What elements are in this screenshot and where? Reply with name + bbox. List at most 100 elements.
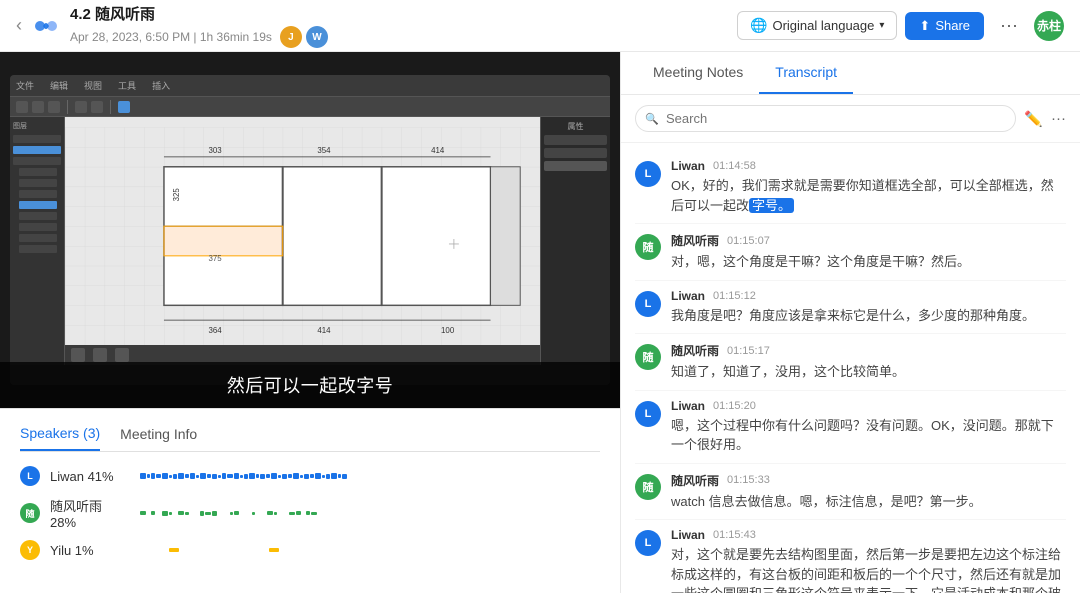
speakers-list: L Liwan 41% <box>20 466 600 560</box>
t-name-6: 随风听雨 <box>671 472 719 489</box>
right-tabs: Meeting Notes Transcript <box>621 52 1080 95</box>
t-header-5: Liwan 01:15:20 <box>671 399 1066 413</box>
back-button[interactable]: ‹ <box>16 15 22 36</box>
search-wrapper <box>635 105 1016 132</box>
svg-text:364: 364 <box>208 326 222 335</box>
t-time-6: 01:15:33 <box>727 474 770 486</box>
transcript-item-6: 随 随风听雨 01:15:33 watch 信息去做信息。嗯，标注信息，是吧？第… <box>635 464 1066 521</box>
t-name-7: Liwan <box>671 528 705 542</box>
t-text-7: 对，这个就是要先去结构图里面，然后第一步是要把左边这个标注给标成这样的，有这台板… <box>671 545 1066 593</box>
t-text-2: 对，嗯，这个角度是干嘛？这个角度是干嘛？然后。 <box>671 252 1066 272</box>
t-text-3: 我角度是吧？角度应该是拿来标它是什么，多少度的那种角度。 <box>671 306 1066 326</box>
svg-text:100: 100 <box>441 326 455 335</box>
t-avatar-liwan-4: L <box>635 530 661 556</box>
t-time-4: 01:15:17 <box>727 345 770 357</box>
speakers-panel: Speakers (3) Meeting Info L Liwan 41% <box>0 408 620 593</box>
t-avatar-liwan-2: L <box>635 291 661 317</box>
chevron-down-icon: ▾ <box>879 20 884 31</box>
main-content: 文件 编辑 视图 工具 插入 <box>0 52 1080 593</box>
t-content-5: Liwan 01:15:20 嗯，这个过程中你有什么问题吗？没有问题。OK，没问… <box>671 399 1066 455</box>
bottom-tabs: Speakers (3) Meeting Info <box>20 425 600 452</box>
t-header-3: Liwan 01:15:12 <box>671 289 1066 303</box>
t-text-4: 知道了，知道了，没用，这个比较简单。 <box>671 362 1066 382</box>
more-icon[interactable]: ··· <box>1051 110 1066 128</box>
meeting-meta: Apr 28, 2023, 6:50 PM | 1h 36min 19s J W <box>70 26 737 48</box>
t-time-5: 01:15:20 <box>713 400 756 412</box>
language-button[interactable]: 🌐 Original language ▾ <box>737 11 897 40</box>
speaker-row-yilu: Y Yilu 1% <box>20 540 600 560</box>
speaker-avatar-yilu: Y <box>20 540 40 560</box>
more-options-button[interactable]: ··· <box>992 11 1026 40</box>
svg-text:375: 375 <box>208 254 222 263</box>
t-time-7: 01:15:43 <box>713 529 756 541</box>
transcript-item-3: L Liwan 01:15:12 我角度是吧？角度应该是拿来标它是什么，多少度的… <box>635 281 1066 335</box>
t-avatar-liwan-1: L <box>635 161 661 187</box>
t-name-4: 随风听雨 <box>671 342 719 359</box>
transcript-item-7: L Liwan 01:15:43 对，这个就是要先去结构图里面，然后第一步是要把… <box>635 520 1066 593</box>
t-header-7: Liwan 01:15:43 <box>671 528 1066 542</box>
t-name-2: 随风听雨 <box>671 232 719 249</box>
t-time-1: 01:14:58 <box>713 160 756 172</box>
speaker-avatar-sfty: 随 <box>20 503 40 523</box>
t-avatar-liwan-3: L <box>635 401 661 427</box>
t-text-5: 嗯，这个过程中你有什么问题吗？没有问题。OK，没问题。那就下一个很好用。 <box>671 416 1066 455</box>
t-content-3: Liwan 01:15:12 我角度是吧？角度应该是拿来标它是什么，多少度的那种… <box>671 289 1066 326</box>
header-actions: 🌐 Original language ▾ ⬆ Share ··· 赤柱 <box>737 11 1064 41</box>
app-logo <box>32 12 60 40</box>
meeting-title: 4.2 随风听雨 <box>70 3 737 24</box>
search-input[interactable] <box>635 105 1016 132</box>
t-content-1: Liwan 01:14:58 OK，好的，我们需求就是需要你知道框选全部，可以全… <box>671 159 1066 215</box>
tab-speakers[interactable]: Speakers (3) <box>20 425 100 451</box>
share-button[interactable]: ⬆ Share <box>905 12 984 40</box>
speaker-avatar-liwan: L <box>20 466 40 486</box>
t-text-6: watch 信息去做信息。嗯，标注信息，是吧？第一步。 <box>671 492 1066 512</box>
globe-icon: 🌐 <box>750 17 767 34</box>
t-header-1: Liwan 01:14:58 <box>671 159 1066 173</box>
transcript-list: L Liwan 01:14:58 OK，好的，我们需求就是需要你知道框选全部，可… <box>621 143 1080 593</box>
avatar-2: W <box>306 26 328 48</box>
speaker-bar-yilu <box>140 544 600 556</box>
t-avatar-sfty-3: 随 <box>635 474 661 500</box>
tab-meeting-notes[interactable]: Meeting Notes <box>637 52 759 94</box>
t-content-4: 随风听雨 01:15:17 知道了，知道了，没用，这个比较简单。 <box>671 342 1066 382</box>
t-name-1: Liwan <box>671 159 705 173</box>
meeting-info-header: 4.2 随风听雨 Apr 28, 2023, 6:50 PM | 1h 36mi… <box>70 3 737 48</box>
speaker-bar-sfty <box>140 507 600 519</box>
t-header-2: 随风听雨 01:15:07 <box>671 232 1066 249</box>
t-time-2: 01:15:07 <box>727 235 770 247</box>
app-header: ‹ 4.2 随风听雨 Apr 28, 2023, 6:50 PM | 1h 36… <box>0 0 1080 52</box>
t-name-5: Liwan <box>671 399 705 413</box>
svg-text:325: 325 <box>172 188 181 202</box>
speaker-name-yilu: Yilu 1% <box>50 543 130 558</box>
t-time-3: 01:15:12 <box>713 290 756 302</box>
transcript-item-1: L Liwan 01:14:58 OK，好的，我们需求就是需要你知道框选全部，可… <box>635 151 1066 224</box>
t-header-4: 随风听雨 01:15:17 <box>671 342 1066 359</box>
t-content-7: Liwan 01:15:43 对，这个就是要先去结构图里面，然后第一步是要把左边… <box>671 528 1066 593</box>
t-avatar-sfty-2: 随 <box>635 344 661 370</box>
t-content-2: 随风听雨 01:15:07 对，嗯，这个角度是干嘛？这个角度是干嘛？然后。 <box>671 232 1066 272</box>
video-area: 文件 编辑 视图 工具 插入 <box>0 52 620 408</box>
user-avatar: 赤柱 <box>1034 11 1064 41</box>
t-avatar-sfty-1: 随 <box>635 234 661 260</box>
search-bar: ✏️ ··· <box>621 95 1080 143</box>
tab-meeting-info[interactable]: Meeting Info <box>120 425 197 451</box>
speaker-row-liwan: L Liwan 41% <box>20 466 600 486</box>
transcript-item-5: L Liwan 01:15:20 嗯，这个过程中你有什么问题吗？没有问题。OK，… <box>635 391 1066 464</box>
speaker-name-liwan: Liwan 41% <box>50 469 130 484</box>
edit-icon[interactable]: ✏️ <box>1024 110 1043 128</box>
svg-text:303: 303 <box>208 146 222 155</box>
participant-avatars: J W <box>280 26 328 48</box>
svg-text:414: 414 <box>317 326 331 335</box>
left-panel: 文件 编辑 视图 工具 插入 <box>0 52 620 593</box>
avatar-1: J <box>280 26 302 48</box>
t-name-3: Liwan <box>671 289 705 303</box>
tab-transcript[interactable]: Transcript <box>759 52 853 94</box>
share-icon: ⬆ <box>919 18 930 34</box>
transcript-item-2: 随 随风听雨 01:15:07 对，嗯，这个角度是干嘛？这个角度是干嘛？然后。 <box>635 224 1066 281</box>
t-content-6: 随风听雨 01:15:33 watch 信息去做信息。嗯，标注信息，是吧？第一步… <box>671 472 1066 512</box>
meeting-datetime: Apr 28, 2023, 6:50 PM | 1h 36min 19s <box>70 30 272 44</box>
search-actions: ✏️ ··· <box>1024 110 1066 128</box>
t-text-1: OK，好的，我们需求就是需要你知道框选全部，可以全部框选，然后可以一起改字号。 <box>671 176 1066 215</box>
svg-text:354: 354 <box>317 146 331 155</box>
t-highlight-1: 字号。 <box>749 198 794 213</box>
